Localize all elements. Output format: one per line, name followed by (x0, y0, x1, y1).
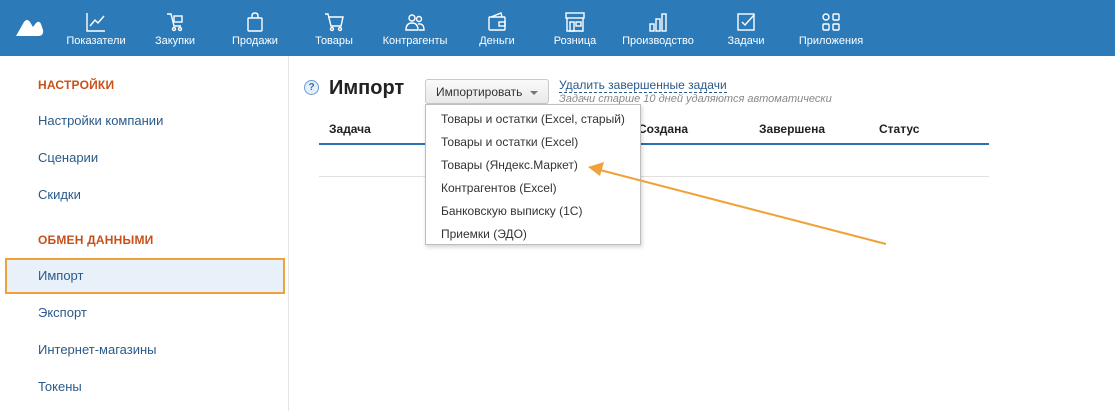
menu-item-bank-statement-1c[interactable]: Банковскую выписку (1С) (441, 204, 582, 218)
nav-item-tasks[interactable]: Задачи (725, 0, 767, 56)
nav-label: Закупки (154, 35, 196, 47)
task-check-icon (737, 13, 755, 31)
chart-icon (86, 13, 105, 32)
sidebar-item-import[interactable]: Импорт (5, 258, 285, 294)
sidebar-section-data-exchange: ОБМЕН ДАННЫМИ (38, 233, 154, 247)
nav-item-goods[interactable]: Товары (312, 0, 356, 56)
sidebar-item-label: Импорт (38, 268, 84, 283)
sidebar-item-online-stores[interactable]: Интернет-магазины (38, 342, 157, 357)
menu-item-goods-stock-excel-old[interactable]: Товары и остатки (Excel, старый) (441, 112, 625, 126)
import-dropdown-menu: Товары и остатки (Excel, старый) Товары … (425, 104, 641, 245)
cart-hand-icon (167, 13, 183, 32)
sidebar-item-discounts[interactable]: Скидки (38, 187, 81, 202)
import-button-label: Импортировать (436, 85, 523, 99)
nav-label: Контрагенты (382, 35, 448, 47)
help-icon[interactable]: ? (304, 80, 319, 95)
wallet-icon (488, 12, 506, 31)
column-header-finished: Завершена (759, 122, 826, 136)
sidebar-item-company-settings[interactable]: Настройки компании (38, 113, 163, 128)
nav-label: Деньги (479, 35, 515, 47)
bag-icon (247, 12, 263, 32)
settings-sidebar: НАСТРОЙКИ Настройки компании Сценарии Ск… (0, 56, 289, 411)
cart-icon (325, 13, 344, 32)
nav-item-production[interactable]: Производство (621, 0, 695, 56)
column-header-created: Создана (638, 122, 689, 136)
store-icon (565, 12, 585, 32)
menu-item-receipts-edo[interactable]: Приемки (ЭДО) (441, 227, 527, 241)
sidebar-item-scenarios[interactable]: Сценарии (38, 150, 98, 165)
import-dropdown-button[interactable]: Импортировать (425, 79, 549, 104)
chevron-down-icon (530, 91, 538, 95)
table-divider (319, 176, 989, 177)
nav-label: Розница (553, 35, 597, 47)
sidebar-item-tokens[interactable]: Токены (38, 379, 82, 394)
nav-item-indicators[interactable]: Показатели (66, 0, 126, 56)
logo-icon[interactable] (14, 18, 44, 38)
nav-item-retail[interactable]: Розница (553, 0, 597, 56)
sidebar-section-settings: НАСТРОЙКИ (38, 78, 115, 92)
nav-item-money[interactable]: Деньги (475, 0, 519, 56)
tasks-table-header: Задача Создана Завершена Статус (319, 112, 989, 145)
menu-item-counterparties-excel[interactable]: Контрагентов (Excel) (441, 181, 557, 195)
nav-label: Задачи (727, 35, 765, 47)
menu-item-goods-stock-excel[interactable]: Товары и остатки (Excel) (441, 135, 578, 149)
nav-item-sales[interactable]: Продажи (229, 0, 281, 56)
nav-label: Товары (315, 35, 353, 47)
sidebar-item-export[interactable]: Экспорт (38, 305, 87, 320)
nav-label: Показатели (66, 35, 126, 47)
nav-label: Продажи (232, 35, 278, 47)
nav-item-counterparties[interactable]: Контрагенты (381, 0, 449, 56)
apps-icon (822, 13, 840, 31)
factory-icon (649, 13, 667, 32)
top-navigation-bar: Показатели Закупки Продажи Товары Контра… (0, 0, 1115, 56)
column-header-status: Статус (879, 122, 920, 136)
menu-item-goods-yandex-market[interactable]: Товары (Яндекс.Маркет) (441, 158, 578, 172)
nav-item-purchases[interactable]: Закупки (152, 0, 198, 56)
people-icon (405, 14, 425, 31)
nav-label: Приложения (798, 35, 864, 47)
nav-label: Производство (622, 35, 694, 47)
column-header-task: Задача (329, 122, 371, 136)
nav-item-apps[interactable]: Приложения (797, 0, 865, 56)
page-title: Импорт (329, 77, 405, 99)
delete-completed-tasks-link[interactable]: Удалить завершенные задачи (559, 79, 727, 93)
